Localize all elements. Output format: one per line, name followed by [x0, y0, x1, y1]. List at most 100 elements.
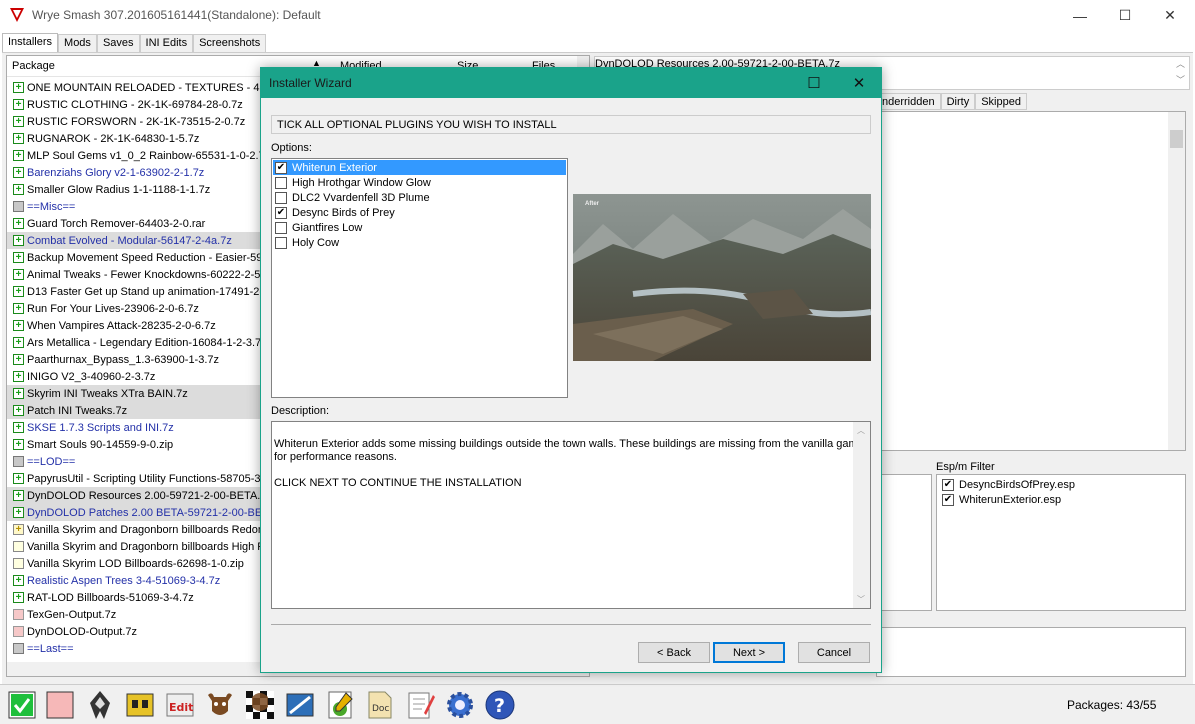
checkbox-icon[interactable]	[275, 176, 287, 189]
package-name: Backup Movement Speed Reduction - Easier…	[27, 251, 269, 264]
package-name: RUSTIC CLOTHING - 2K-1K-69784-28-0.7z	[27, 98, 243, 111]
boss-icon[interactable]	[124, 688, 156, 722]
creation-kit-icon[interactable]	[284, 688, 316, 722]
package-name: Realistic Aspen Trees 3-4-51069-3-4.7z	[27, 574, 221, 587]
option-label: Whiterun Exterior	[292, 161, 377, 174]
wizard-heading: TICK ALL OPTIONAL PLUGINS YOU WISH TO IN…	[271, 115, 871, 134]
options-list: ✔ Whiterun Exterior High Hrothgar Window G…	[271, 158, 568, 398]
tab-overridden[interactable]: nderridden	[876, 93, 941, 110]
espm-filter-label: Esp/m Filter	[936, 461, 995, 473]
installed-plus-icon: +	[13, 405, 24, 416]
installed-plus-icon: +	[13, 218, 24, 229]
installed-plus-icon: +	[13, 422, 24, 433]
tes5gecko-icon[interactable]	[244, 688, 276, 722]
installed-plus-icon: +	[13, 371, 24, 382]
package-name: DynDOLOD Patches 2.00 BETA-59721-2-00-BE…	[27, 506, 276, 519]
description-box: Whiterun Exterior adds some missing buil…	[271, 421, 871, 609]
svg-text:Doc: Doc	[372, 704, 389, 714]
package-name: Vanilla Skyrim and Dragonborn billboards…	[27, 523, 271, 536]
option-item[interactable]: Holy Cow	[273, 235, 566, 250]
package-name: MLP Soul Gems v1_0_2 Rainbow-65531-1-0-2…	[27, 149, 271, 162]
tab-saves[interactable]: Saves	[96, 34, 140, 53]
wrye-smash-icon	[9, 7, 25, 23]
comments-box[interactable]	[876, 627, 1186, 677]
wizard-title-bar: Installer Wizard ☐ ✕	[261, 68, 881, 98]
scrollbar-thumb[interactable]	[1170, 130, 1183, 148]
installed-plus-icon: +	[13, 99, 24, 110]
description-scrollbar[interactable]: ︿ ﹀	[853, 422, 870, 608]
tab-installers[interactable]: Installers	[2, 33, 59, 53]
window-title: Wrye Smash 307.201605161441(Standalone):…	[32, 8, 321, 22]
tab-mods[interactable]: Mods	[58, 34, 97, 53]
scroll-down-icon[interactable]: ﹀	[1176, 73, 1185, 86]
package-name: Patch INI Tweaks.7z	[27, 404, 128, 417]
tes5edit-icon[interactable]	[204, 688, 236, 722]
tab-ini-edits[interactable]: INI Edits	[139, 34, 194, 53]
package-name: D13 Faster Get up Stand up animation-174…	[27, 285, 264, 298]
wizard-maximize-button[interactable]: ☐	[791, 68, 837, 98]
tab-dirty[interactable]: Dirty	[940, 93, 976, 110]
skyrim-logo-icon[interactable]	[84, 688, 116, 722]
status-box-icon	[13, 541, 24, 552]
minimize-button[interactable]: —	[1057, 0, 1103, 31]
pink-box-icon[interactable]	[44, 688, 76, 722]
installed-plus-icon: +	[13, 388, 24, 399]
back-button[interactable]: < Back	[638, 642, 710, 663]
installed-plus-icon: +	[13, 439, 24, 450]
close-button[interactable]: ✕	[1147, 0, 1193, 31]
package-name: PapyrusUtil - Scripting Utility Function…	[27, 472, 265, 485]
details-scrollbar[interactable]	[1168, 112, 1185, 450]
espm-item[interactable]: ✔ WhiterunExterior.esp	[937, 492, 1185, 507]
package-name: RUGNAROK - 2K-1K-64830-1-5.7z	[27, 132, 200, 145]
package-name: RAT-LOD Billboards-51069-3-4.7z	[27, 591, 194, 604]
column-package[interactable]: Package	[12, 60, 55, 72]
maximize-button[interactable]: ☐	[1102, 0, 1148, 31]
option-item[interactable]: High Hrothgar Window Glow	[273, 175, 566, 190]
tab-screenshots[interactable]: Screenshots	[193, 34, 267, 53]
edit-icon[interactable]: Edit	[164, 688, 196, 722]
installed-plus-icon: +	[13, 286, 24, 297]
option-label: DLC2 Vvardenfell 3D Plume	[292, 191, 430, 204]
package-name: When Vampires Attack-28235-2-0-6.7z	[27, 319, 216, 332]
installed-plus-icon: +	[13, 507, 24, 518]
scroll-up-icon[interactable]: ︿	[1176, 57, 1185, 70]
details-subtabs: nderridden Dirty Skipped	[876, 93, 1027, 110]
installed-plus-icon: +	[13, 133, 24, 144]
script-editor-icon[interactable]	[324, 688, 356, 722]
details-list	[876, 111, 1186, 451]
checkbox-checked-icon[interactable]: ✔	[275, 161, 287, 174]
cancel-button[interactable]: Cancel	[798, 642, 870, 663]
checkbox-icon[interactable]	[275, 236, 287, 249]
espm-item[interactable]: ✔ DesyncBirdsOfPrey.esp	[937, 477, 1185, 492]
title-bar: Wrye Smash 307.201605161441(Standalone):…	[0, 0, 1195, 31]
marker-box-icon	[13, 643, 24, 654]
package-name: RUSTIC FORSWORN - 2K-1K-73515-2-0.7z	[27, 115, 246, 128]
option-item[interactable]: Giantfires Low	[273, 220, 566, 235]
help-icon[interactable]: ?	[484, 688, 516, 722]
scroll-up-icon[interactable]: ︿	[857, 424, 865, 437]
checkbox-checked-icon[interactable]: ✔	[942, 493, 954, 506]
package-name: Vanilla Skyrim and Dragonborn billboards…	[27, 540, 272, 553]
next-button[interactable]: Next >	[713, 642, 785, 663]
installed-plus-icon: +	[13, 592, 24, 603]
package-name: INIGO V2_3-40960-2-3.7z	[27, 370, 156, 383]
checkbox-checked-icon[interactable]: ✔	[942, 478, 954, 491]
marker-box-icon	[13, 456, 24, 467]
espm-item-label: DesyncBirdsOfPrey.esp	[959, 478, 1075, 491]
checkmark-icon[interactable]	[6, 688, 38, 722]
option-item[interactable]: ✔ Whiterun Exterior	[273, 160, 566, 175]
notepad-icon[interactable]	[404, 688, 436, 722]
checkbox-checked-icon[interactable]: ✔	[275, 206, 287, 219]
scroll-down-icon[interactable]: ﹀	[857, 593, 865, 606]
option-item[interactable]: ✔ Desync Birds of Prey	[273, 205, 566, 220]
doc-browser-icon[interactable]: Doc	[364, 688, 396, 722]
wizard-title: Installer Wizard	[269, 76, 352, 90]
checkbox-icon[interactable]	[275, 221, 287, 234]
package-name: ONE MOUNTAIN RELOADED - TEXTURES - 4K-58	[27, 81, 283, 94]
checkbox-icon[interactable]	[275, 191, 287, 204]
wizard-close-button[interactable]: ✕	[836, 68, 882, 98]
tab-skipped[interactable]: Skipped	[975, 93, 1027, 110]
package-name: SKSE 1.7.3 Scripts and INI.7z	[27, 421, 174, 434]
option-item[interactable]: DLC2 Vvardenfell 3D Plume	[273, 190, 566, 205]
settings-gear-icon[interactable]	[444, 688, 476, 722]
